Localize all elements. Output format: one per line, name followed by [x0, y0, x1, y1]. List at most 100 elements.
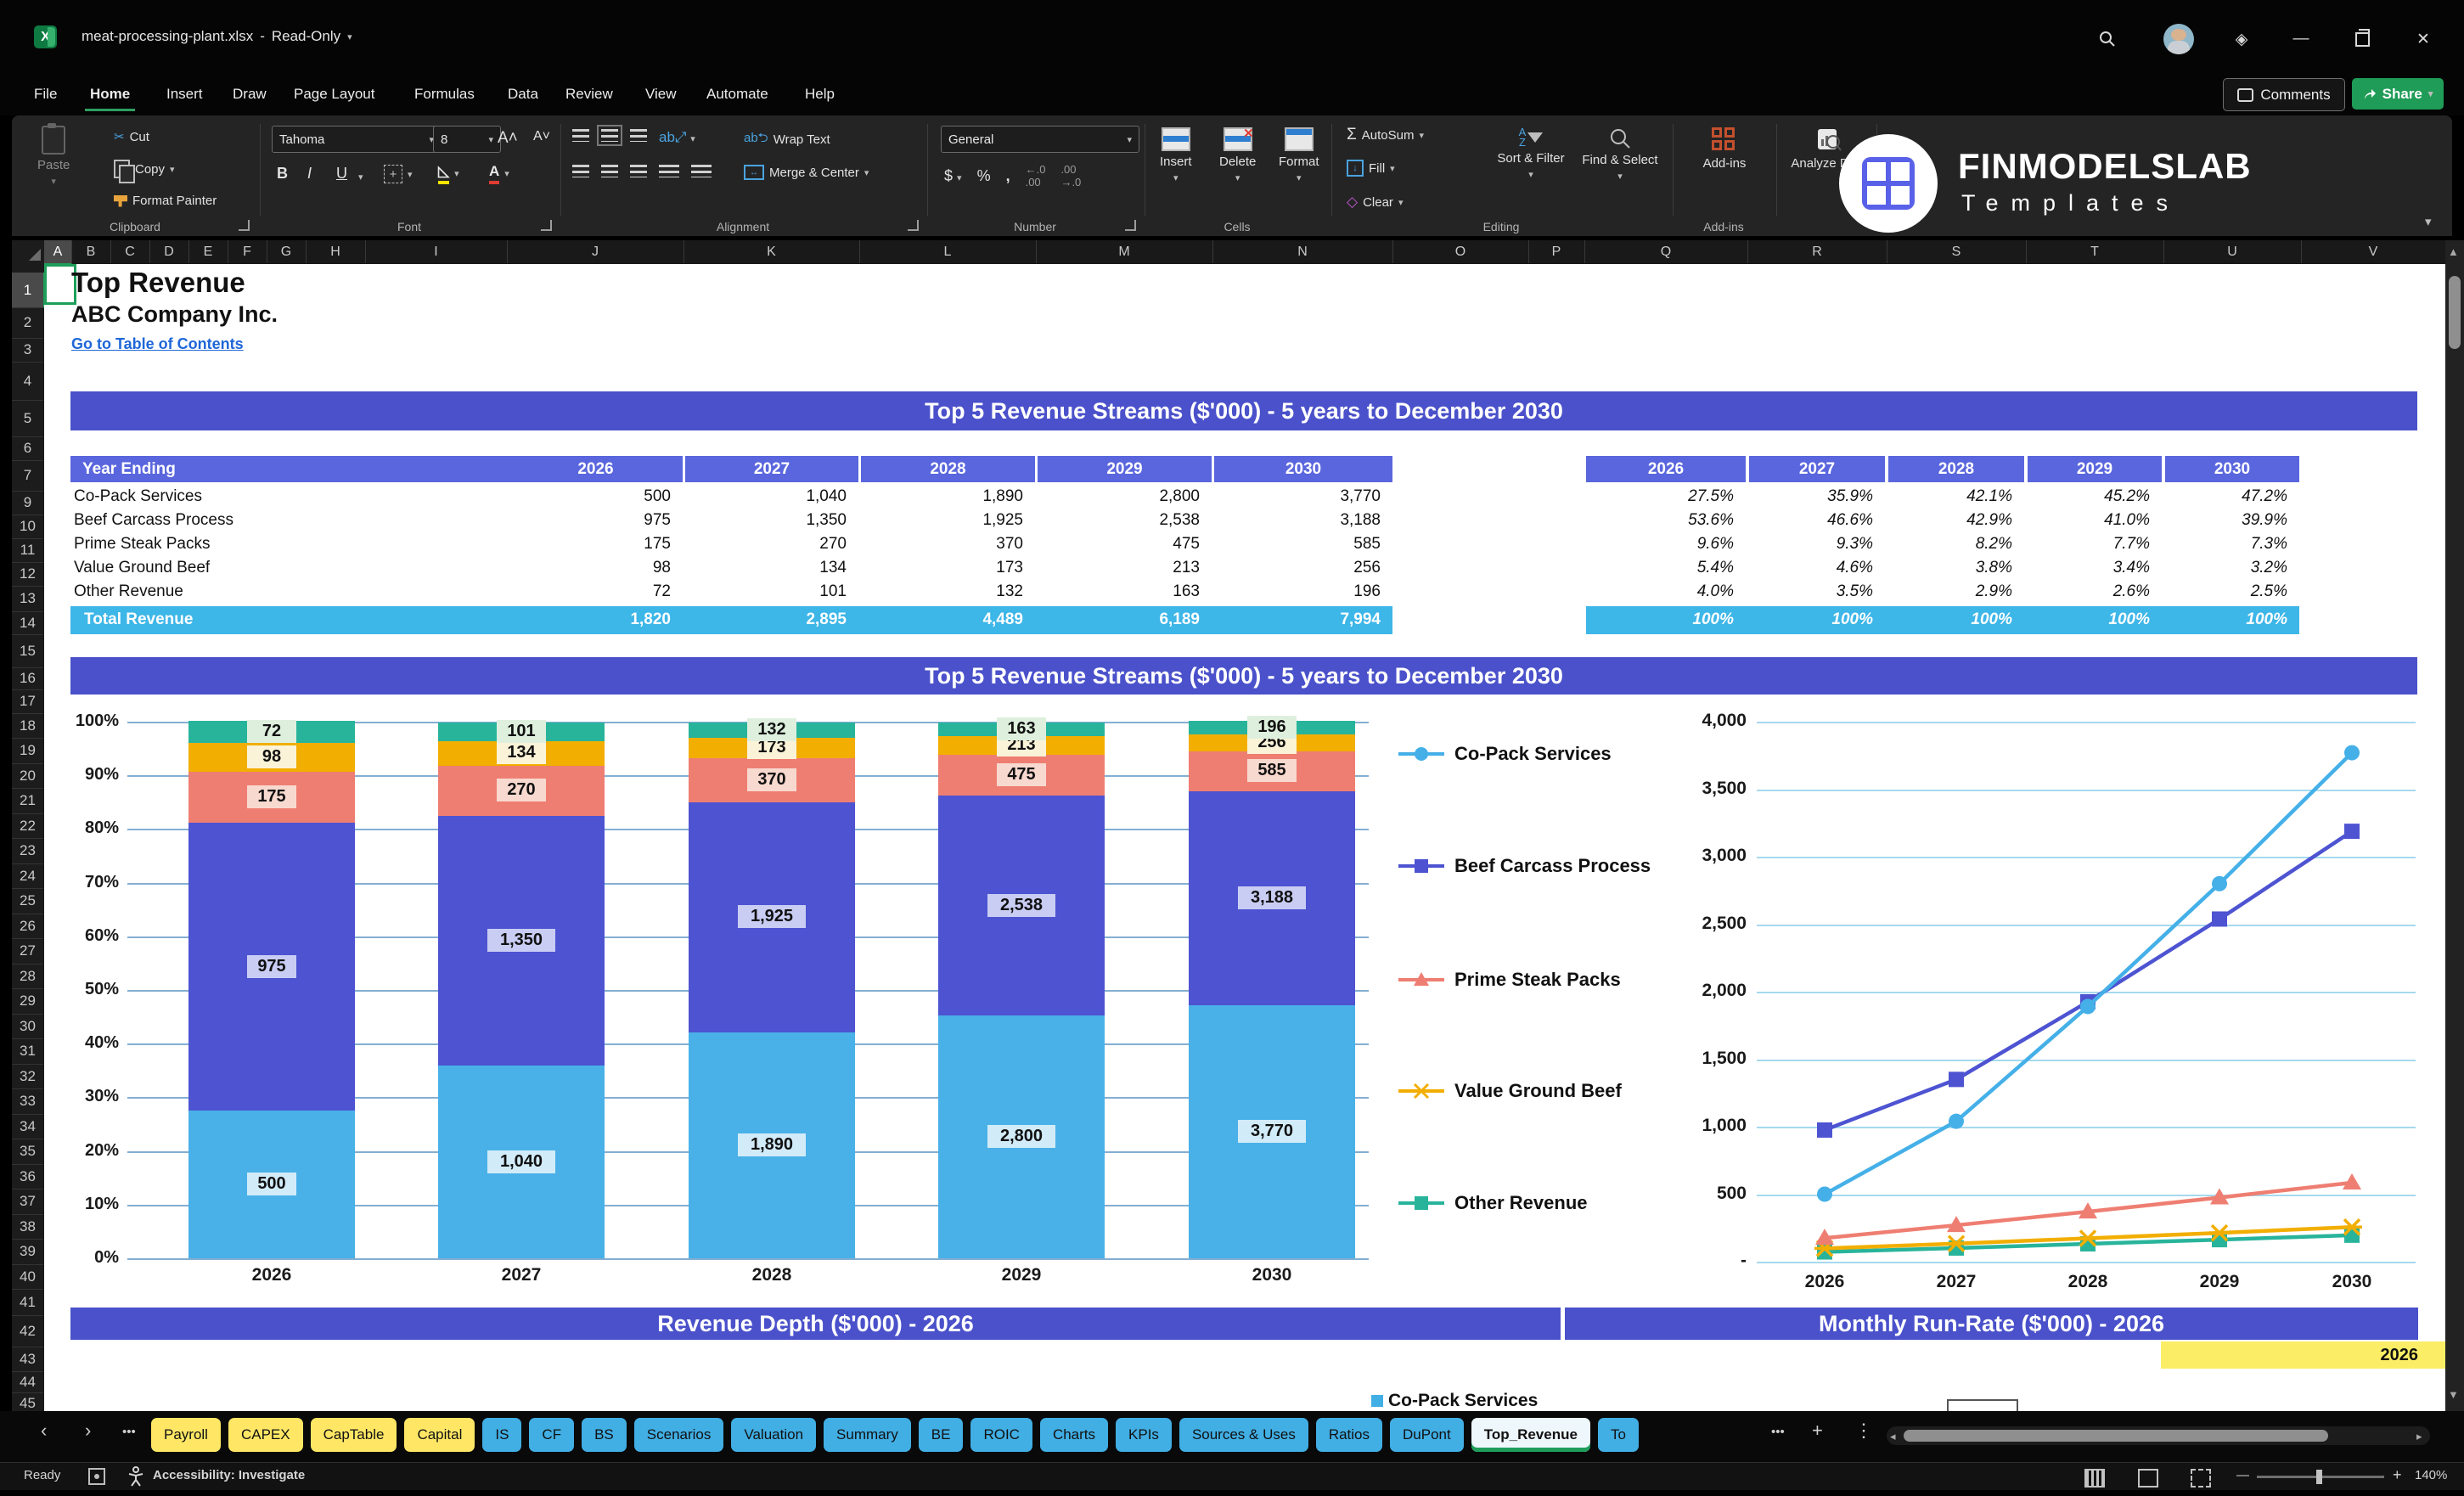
sheet-tab-captable[interactable]: CapTable	[310, 1418, 397, 1452]
legend-item-value-ground-beef[interactable]: Value Ground Beef	[1397, 1080, 1622, 1102]
row-header-16[interactable]: 16	[12, 667, 43, 690]
page-break-view-icon[interactable]	[2191, 1469, 2211, 1488]
row-header-5[interactable]: 5	[12, 400, 43, 437]
column-header-F[interactable]: F	[228, 240, 267, 263]
pct-cell[interactable]: 35.9%	[1749, 487, 1873, 506]
legend-item-co-pack-services[interactable]: Co-Pack Services	[1397, 743, 1612, 765]
table-cell[interactable]: 270	[685, 535, 847, 554]
table-cell[interactable]: 500	[509, 487, 671, 506]
menu-tab-review[interactable]: Review	[560, 80, 618, 109]
row-header-24[interactable]: 24	[12, 863, 43, 889]
accessibility-icon[interactable]	[127, 1466, 144, 1487]
row-header-22[interactable]: 22	[12, 813, 43, 839]
row-header-33[interactable]: 33	[12, 1088, 43, 1115]
table-cell[interactable]: 173	[861, 559, 1023, 577]
pct-cell[interactable]: 2.6%	[2028, 582, 2150, 601]
comments-button[interactable]: Comments	[2223, 78, 2345, 111]
scroll-up-icon[interactable]: ▲	[2448, 245, 2459, 258]
row-header-29[interactable]: 29	[12, 988, 43, 1015]
row-header-11[interactable]: 11	[12, 538, 43, 563]
table-row-label[interactable]: Prime Steak Packs	[74, 535, 211, 559]
row-header-39[interactable]: 39	[12, 1239, 43, 1265]
pct-cell[interactable]: 53.6%	[1586, 511, 1734, 530]
table-cell[interactable]: 98	[509, 559, 671, 577]
table-cell[interactable]: 175	[509, 535, 671, 554]
normal-view-icon[interactable]	[2084, 1469, 2105, 1488]
row-header-17[interactable]: 17	[12, 689, 43, 714]
zoom-slider-knob[interactable]	[2316, 1470, 2322, 1484]
sheet-tab-capital[interactable]: Capital	[404, 1418, 475, 1452]
row-header-1[interactable]: 1	[12, 273, 46, 308]
column-header-L[interactable]: L	[859, 240, 1037, 263]
horizontal-scroll-thumb[interactable]	[1904, 1430, 2328, 1442]
new-sheet-icon[interactable]: +	[1812, 1420, 1823, 1442]
row-header-10[interactable]: 10	[12, 515, 43, 539]
pct-cell[interactable]: 41.0%	[2028, 511, 2150, 530]
row-header-43[interactable]: 43	[12, 1347, 43, 1372]
column-header-T[interactable]: T	[2026, 240, 2164, 263]
sheet-tab-kpis[interactable]: KPIs	[1116, 1418, 1172, 1452]
sheet-tab-capex[interactable]: CAPEX	[228, 1418, 303, 1452]
pct-cell[interactable]: 7.7%	[2028, 535, 2150, 554]
table-cell[interactable]: 256	[1214, 559, 1381, 577]
row-header-3[interactable]: 3	[12, 338, 43, 363]
row-header-41[interactable]: 41	[12, 1289, 43, 1316]
row-headers[interactable]: 1 2 3 4 5 6 7 9 10 11 12 13 14 15 16 17 18 19 20 21 22 23 24 25…	[12, 264, 46, 1415]
collapse-ribbon-icon[interactable]: ▾	[2425, 214, 2432, 229]
zoom-level[interactable]: 140%	[2415, 1468, 2447, 1482]
pct-cell[interactable]: 3.4%	[2028, 559, 2150, 577]
column-headers[interactable]: ABCDEFGHIJKLMNOPQRSTUV	[44, 240, 2446, 266]
table-cell[interactable]: 196	[1214, 582, 1381, 601]
hscroll-left-icon[interactable]: ◂	[1890, 1430, 1896, 1443]
hscroll-right-icon[interactable]: ▸	[2416, 1430, 2422, 1443]
row-header-12[interactable]: 12	[12, 562, 43, 587]
legend-item-other-revenue[interactable]: Other Revenue	[1397, 1192, 1588, 1214]
pct-cell[interactable]: 2.5%	[2165, 582, 2287, 601]
row-header-36[interactable]: 36	[12, 1164, 43, 1189]
menu-tab-page-layout[interactable]: Page Layout	[289, 80, 380, 109]
table-cell[interactable]: 975	[509, 511, 671, 530]
column-header-K[interactable]: K	[684, 240, 860, 263]
alignment-dialog-launcher[interactable]	[908, 220, 919, 231]
legend-item-beef-carcass-process[interactable]: Beef Carcass Process	[1397, 855, 1651, 877]
table-row-label[interactable]: Other Revenue	[74, 582, 183, 606]
row-header-26[interactable]: 26	[12, 914, 43, 939]
table-cell[interactable]: 72	[509, 582, 671, 601]
menu-tab-draw[interactable]: Draw	[228, 80, 272, 109]
pct-cell[interactable]: 2.9%	[1888, 582, 2012, 601]
title-chevron-icon[interactable]: ▾	[347, 31, 352, 42]
column-header-R[interactable]: R	[1747, 240, 1887, 263]
table-cell[interactable]: 213	[1038, 559, 1200, 577]
table-cell[interactable]: 101	[685, 582, 847, 601]
column-header-N[interactable]: N	[1212, 240, 1393, 263]
row-header-4[interactable]: 4	[12, 362, 43, 401]
vertical-scroll-thumb[interactable]	[2449, 276, 2461, 349]
premium-diamond-icon[interactable]: ◈	[2225, 22, 2259, 56]
column-header-J[interactable]: J	[507, 240, 684, 263]
table-cell[interactable]: 132	[861, 582, 1023, 601]
pct-cell[interactable]: 47.2%	[2165, 487, 2287, 506]
row-header-25[interactable]: 25	[12, 888, 43, 914]
row-header-9[interactable]: 9	[12, 491, 43, 515]
restore-button[interactable]	[2345, 22, 2379, 56]
horizontal-scrollbar[interactable]: ◂ ▸	[1887, 1426, 2430, 1445]
table-cell[interactable]: 2,538	[1038, 511, 1200, 530]
table-cell[interactable]: 3,770	[1214, 487, 1381, 506]
row-header-18[interactable]: 18	[12, 713, 43, 739]
column-header-S[interactable]: S	[1887, 240, 2027, 263]
pct-cell[interactable]: 8.2%	[1888, 535, 2012, 554]
user-avatar[interactable]	[2163, 24, 2194, 54]
number-dialog-launcher[interactable]	[1125, 220, 1136, 231]
column-header-O[interactable]: O	[1392, 240, 1529, 263]
pct-cell[interactable]: 9.3%	[1749, 535, 1873, 554]
column-header-U[interactable]: U	[2163, 240, 2302, 263]
sheet-tab-be[interactable]: BE	[918, 1418, 964, 1452]
table-cell[interactable]: 163	[1038, 582, 1200, 601]
pct-cell[interactable]: 42.1%	[1888, 487, 2012, 506]
sheet-tab-summary[interactable]: Summary	[824, 1418, 911, 1452]
table-cell[interactable]: 1,890	[861, 487, 1023, 506]
row-header-34[interactable]: 34	[12, 1114, 43, 1139]
sheet-tab-valuation[interactable]: Valuation	[731, 1418, 817, 1452]
menu-tab-formulas[interactable]: Formulas	[409, 80, 480, 109]
share-button[interactable]: Share ▾	[2352, 78, 2444, 110]
